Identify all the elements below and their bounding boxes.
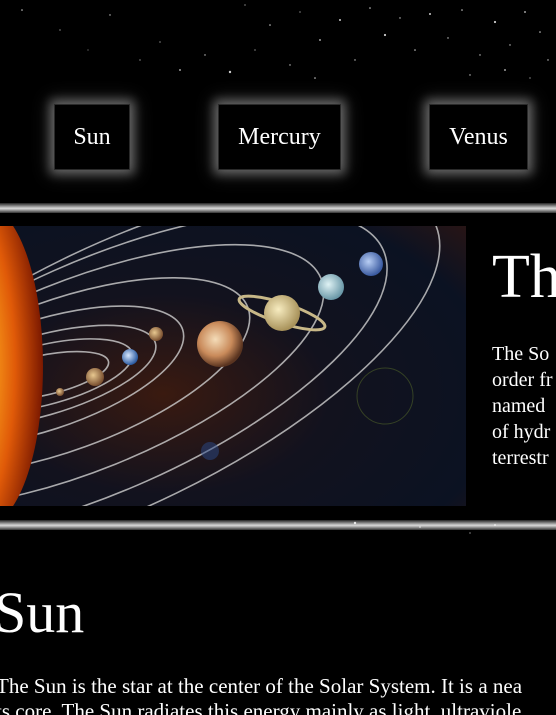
section-title: Sun bbox=[0, 580, 85, 645]
hero-section: Th The So order fr named of hydr terrest… bbox=[0, 214, 556, 519]
hero-text-line: terrestr bbox=[492, 447, 549, 469]
planet-nav: Sun Mercury Venus bbox=[0, 0, 556, 200]
section-description: The Sun is the star at the center of the… bbox=[0, 674, 556, 715]
hero-text-line: of hydr bbox=[492, 421, 551, 443]
hero-text-line: named bbox=[492, 395, 546, 417]
section-text-line: The Sun is the star at the center of the… bbox=[0, 674, 523, 698]
hero-text-line: The So bbox=[492, 343, 550, 365]
nav-button-venus[interactable]: Venus bbox=[429, 104, 528, 170]
page: Sun Mercury Venus Th The So order fr nam… bbox=[0, 0, 556, 715]
hero-description: The So order fr named of hydr terrestr bbox=[492, 341, 556, 471]
top-divider bbox=[0, 203, 556, 213]
solar-system-image bbox=[0, 226, 466, 506]
hero-title: Th bbox=[492, 243, 556, 311]
lower-starfield bbox=[353, 521, 496, 534]
hero-text-line: order fr bbox=[492, 369, 553, 391]
nav-button-mercury[interactable]: Mercury bbox=[218, 104, 341, 170]
section-text-line: ts core. The Sun radiates this energy ma… bbox=[0, 699, 522, 715]
nav-button-sun[interactable]: Sun bbox=[54, 104, 130, 170]
